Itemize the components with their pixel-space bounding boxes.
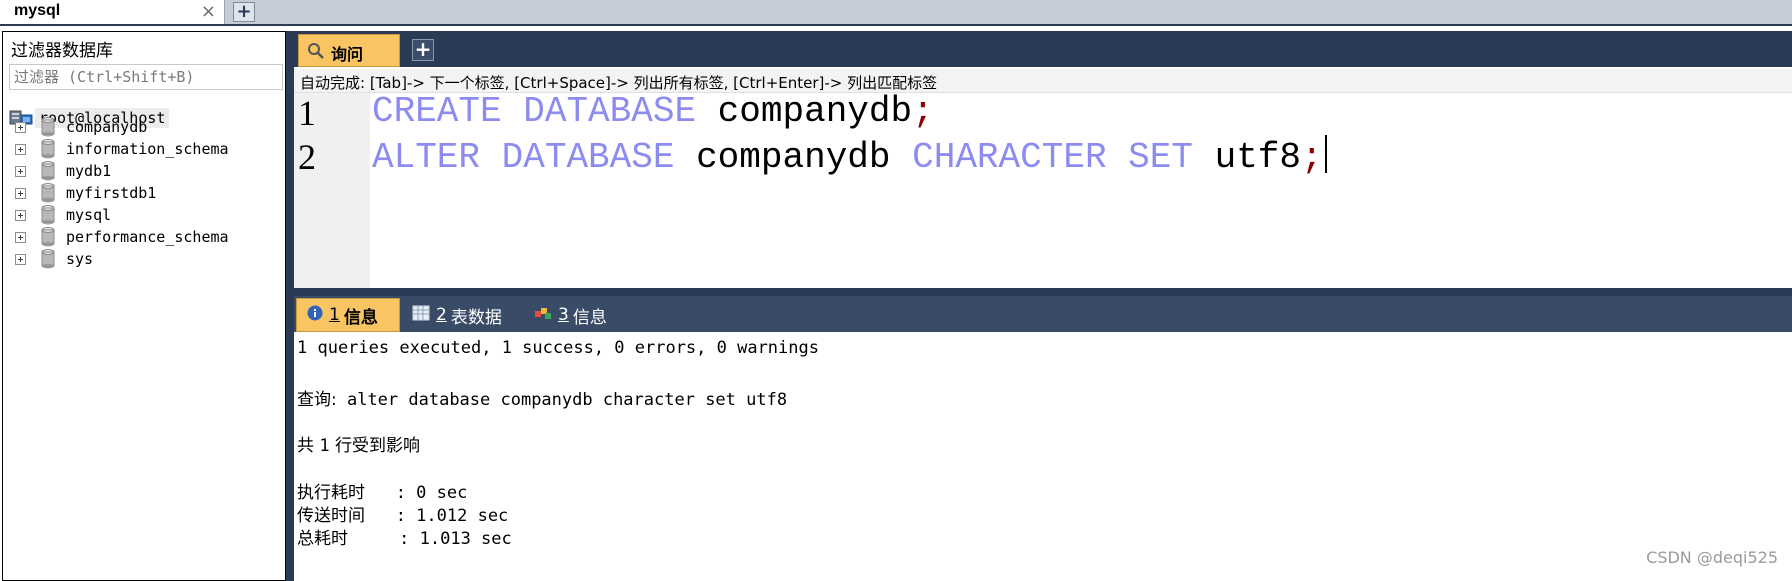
keyword: DATABASE <box>523 91 697 132</box>
output-exec-line: 执行耗时 : 0 sec <box>297 478 467 503</box>
line-number: 2 <box>298 137 316 177</box>
expand-icon[interactable] <box>15 143 26 155</box>
output-affected-suffix: 行受到影响 <box>329 436 421 456</box>
output-affected-num: 1 <box>319 436 330 456</box>
keyword: DATABASE <box>501 137 675 178</box>
output-total-value: : 1.013 sec <box>348 529 512 549</box>
editor-result-splitter[interactable] <box>294 288 1792 296</box>
add-connection-button[interactable]: + <box>233 2 255 22</box>
database-icon <box>40 161 56 181</box>
result-tab-number: 1 <box>329 305 340 325</box>
database-icon <box>40 183 56 203</box>
watermark: CSDN @deqi525 <box>1646 548 1778 567</box>
result-tab-number: 2 <box>436 305 447 325</box>
info-icon <box>307 305 323 326</box>
database-icon <box>40 117 56 137</box>
tree-item-companydb[interactable]: companydb <box>15 116 147 138</box>
expand-icon[interactable] <box>15 165 26 177</box>
query-tab[interactable]: 询问 <box>298 34 400 67</box>
database-icon <box>40 249 56 269</box>
result-tab-label: 信息 <box>572 307 607 328</box>
result-tab-label: 信息 <box>343 307 378 328</box>
database-icon <box>40 227 56 247</box>
expand-icon[interactable] <box>15 121 26 133</box>
identifier: companydb <box>696 137 891 178</box>
semicolon: ; <box>1301 137 1323 178</box>
database-icon <box>40 205 56 225</box>
table-icon <box>412 305 430 326</box>
panel-splitter[interactable] <box>286 31 294 581</box>
code-line-1[interactable]: CREATE DATABASE companydb; <box>372 91 934 135</box>
tree-item-sys[interactable]: sys <box>15 248 93 270</box>
filter-input[interactable] <box>9 64 283 90</box>
output-affected-prefix: 共 <box>297 436 320 456</box>
query-icon <box>307 42 325 64</box>
database-label: information_schema <box>66 140 229 158</box>
output-exec-value: : 0 sec <box>365 483 468 503</box>
keyword: SET <box>1128 137 1193 178</box>
expand-icon[interactable] <box>15 231 26 243</box>
line-number: 1 <box>298 93 316 133</box>
sql-editor[interactable]: 1 2 CREATE DATABASE companydb; ALTER DAT… <box>294 91 1792 288</box>
tree-item-information-schema[interactable]: information_schema <box>15 138 229 160</box>
identifier: companydb <box>717 91 913 132</box>
output-summary: 1 queries executed, 1 success, 0 errors,… <box>297 338 819 358</box>
connection-tab-bar: mysql × + <box>0 0 1792 26</box>
query-tab-bar: 询问 + <box>294 31 1792 67</box>
output-transfer-label: 传送时间 <box>297 506 365 526</box>
output-query-line: 查询: alter database companydb character s… <box>297 385 787 410</box>
keyword: CREATE <box>372 91 502 132</box>
database-label: sys <box>66 250 94 268</box>
tree-item-mydb1[interactable]: mydb1 <box>15 160 111 182</box>
messages-icon <box>534 305 552 326</box>
output-transfer-value: : 1.012 sec <box>365 506 509 526</box>
database-label: performance_schema <box>66 228 229 246</box>
output-affected-line: 共 1 行受到影响 <box>297 431 420 456</box>
result-tab-info[interactable]: 1 信息 <box>296 298 400 332</box>
output-total-label: 总耗时 <box>297 529 348 549</box>
expand-icon[interactable] <box>15 253 26 265</box>
keyword: ALTER <box>372 137 481 178</box>
code-line-2[interactable]: ALTER DATABASE companydb CHARACTER SET u… <box>372 135 1327 179</box>
identifier: utf8 <box>1214 137 1302 178</box>
object-browser: 过滤器数据库 root@localhost companydb informat… <box>2 31 286 581</box>
filter-title: 过滤器数据库 <box>11 41 113 61</box>
close-icon[interactable]: × <box>201 1 216 22</box>
database-icon <box>40 139 56 159</box>
output-query-label: 查询: <box>297 390 337 410</box>
output-query-text: alter database companydb character set u… <box>336 390 788 410</box>
database-label: myfirstdb1 <box>66 184 157 202</box>
keyword: CHARACTER <box>912 137 1107 178</box>
result-tab-bar: 1 信息 2 表数据 3 信息 <box>294 296 1792 332</box>
text-caret <box>1324 135 1327 173</box>
semicolon: ; <box>912 91 934 132</box>
output-transfer-line: 传送时间 : 1.012 sec <box>297 501 508 526</box>
tree-item-mysql[interactable]: mysql <box>15 204 111 226</box>
output-total-line: 总耗时 : 1.013 sec <box>297 524 512 549</box>
database-label: companydb <box>66 118 148 136</box>
query-tab-label: 询问 <box>331 45 364 64</box>
result-tab-number: 3 <box>558 305 569 325</box>
database-label: mydb1 <box>66 162 112 180</box>
result-tab-table-data[interactable]: 2 表数据 <box>408 298 502 332</box>
result-tab-info-2[interactable]: 3 信息 <box>530 298 607 332</box>
tree-item-myfirstdb1[interactable]: myfirstdb1 <box>15 182 156 204</box>
add-query-tab-button[interactable]: + <box>412 39 434 61</box>
tree-item-performance-schema[interactable]: performance_schema <box>15 226 229 248</box>
result-output[interactable]: 1 queries executed, 1 success, 0 errors,… <box>294 332 1792 581</box>
output-exec-label: 执行耗时 <box>297 483 365 503</box>
expand-icon[interactable] <box>15 209 26 221</box>
connection-tab-title: mysql <box>14 2 61 19</box>
connection-tab-mysql[interactable]: mysql × <box>0 0 225 24</box>
expand-icon[interactable] <box>15 187 26 199</box>
result-tab-label: 表数据 <box>450 307 502 328</box>
autocomplete-hint: 自动完成: [Tab]-> 下一个标签, [Ctrl+Space]-> 列出所有… <box>294 69 1792 93</box>
database-label: mysql <box>66 206 112 224</box>
